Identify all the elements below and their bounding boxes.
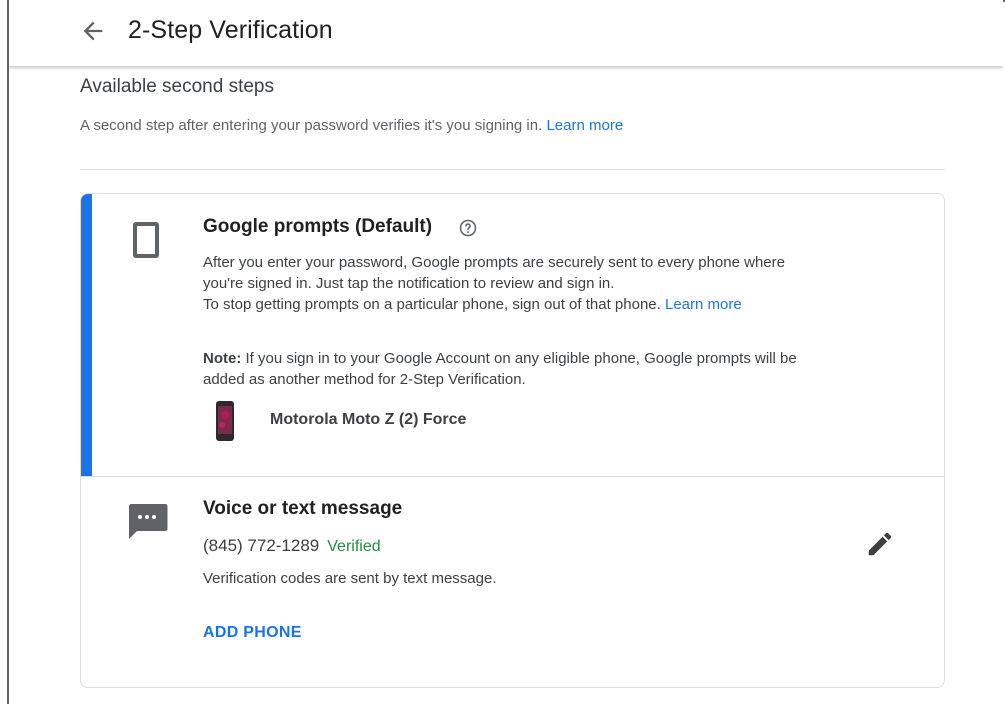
selected-method-accent-bar — [81, 194, 92, 476]
google-prompts-title: Google prompts (Default) — [203, 216, 433, 237]
phone-outline-icon — [133, 222, 159, 258]
desc-line: After you enter your password, Google pr… — [203, 254, 785, 271]
help-circle-icon[interactable] — [458, 218, 478, 238]
device-name: Motorola Moto Z (2) Force — [270, 411, 467, 428]
add-phone-button[interactable]: ADD PHONE — [203, 624, 302, 642]
desc-line-text: To stop getting prompts on a particular … — [203, 296, 661, 313]
second-steps-card: Google prompts (Default) After you enter… — [80, 193, 945, 688]
desc-line: To stop getting prompts on a particular … — [203, 294, 785, 315]
row-divider — [81, 476, 944, 477]
note-text: If you sign in to your Google Account on… — [245, 350, 797, 367]
note-line: Note: If you sign in to your Google Acco… — [203, 348, 797, 369]
desc-line: you're signed in. Just tap the notificat… — [203, 275, 615, 292]
back-button[interactable] — [79, 17, 107, 45]
section-description-text: A second step after entering your passwo… — [80, 117, 543, 134]
note-label: Note: — [203, 350, 242, 367]
window-frame: 2-Step Verification Available second ste… — [7, 0, 1003, 704]
page-header: 2-Step Verification — [9, 0, 1003, 66]
phone-number: (845) 772-1289 — [203, 536, 320, 555]
google-prompts-description: After you enter your password, Google pr… — [203, 252, 785, 315]
pencil-edit-icon[interactable] — [865, 529, 895, 559]
verified-status: Verified — [327, 538, 381, 555]
page-title: 2-Step Verification — [128, 16, 333, 44]
phone-number-line: (845) 772-1289 Verified — [203, 536, 381, 556]
sms-chat-icon — [129, 504, 168, 539]
arrow-back-icon — [83, 21, 103, 41]
learn-more-link[interactable]: Learn more — [546, 117, 623, 134]
google-prompts-note: Note: If you sign in to your Google Acco… — [203, 348, 797, 390]
google-prompts-learn-more-link[interactable]: Learn more — [665, 296, 742, 313]
voice-text-title: Voice or text message — [203, 498, 403, 519]
note-line: added as another method for 2-Step Verif… — [203, 371, 526, 388]
section-description: A second step after entering your passwo… — [80, 117, 623, 134]
voice-text-description: Verification codes are sent by text mess… — [203, 570, 497, 587]
section-divider — [80, 169, 945, 170]
section-title: Available second steps — [80, 76, 274, 97]
device-phone-thumbnail — [216, 401, 234, 441]
